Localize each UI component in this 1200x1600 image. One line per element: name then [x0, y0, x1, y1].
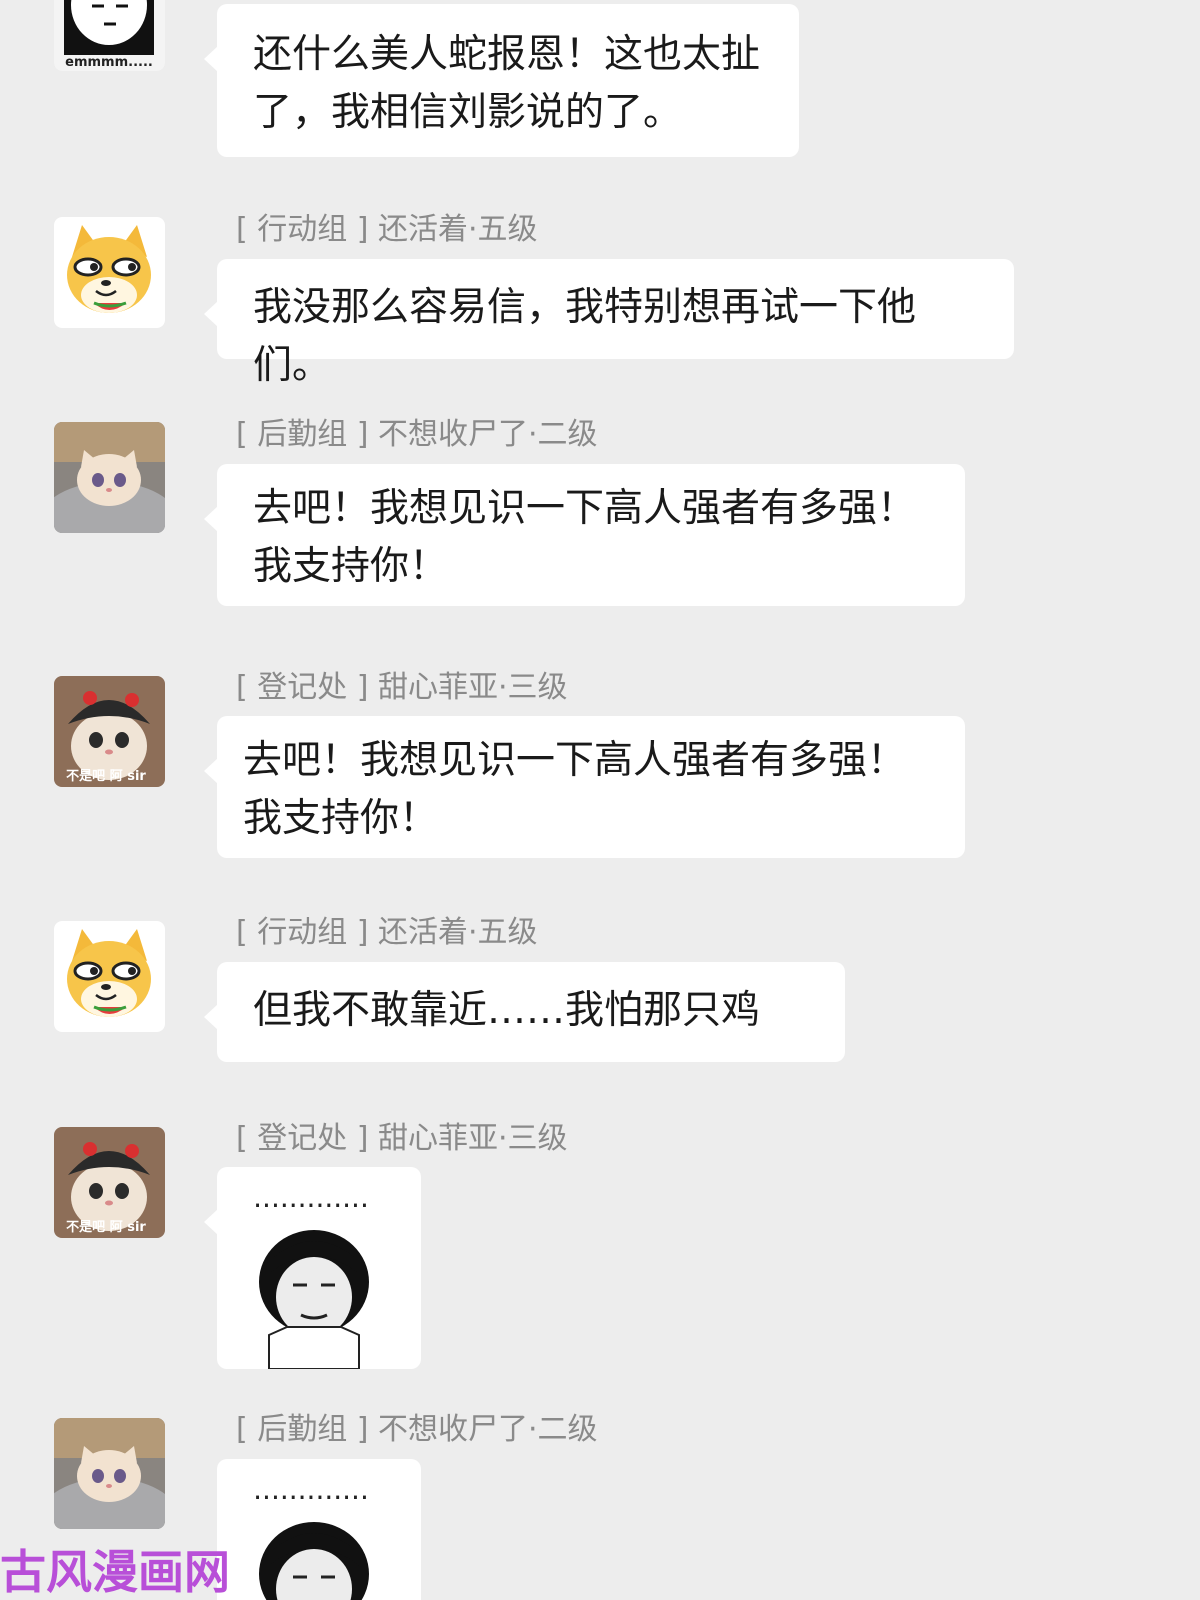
avatar-cat-hat[interactable]: 不是吧 阿 sir: [54, 676, 165, 787]
avatar-kitten[interactable]: [54, 1418, 165, 1529]
sender-name: [ 登记处 ] 甜心菲亚·三级: [236, 670, 568, 705]
avatar-kitten[interactable]: [54, 422, 165, 533]
sticker-bubble[interactable]: .............: [217, 1459, 421, 1600]
cat-with-hat-icon: 不是吧 阿 sir: [54, 676, 165, 787]
message-text: 去吧！我想见识一下高人强者有多强！ 我支持你！: [253, 486, 917, 589]
avatar-shiba[interactable]: [54, 921, 165, 1032]
avatar-caption: 不是吧 阿 sir: [66, 1220, 146, 1235]
sticker-bubble[interactable]: .............: [204, 1167, 421, 1369]
message-bubble[interactable]: 还什么美人蛇报恩！这也太扯 了，我相信刘影说的了。: [204, 4, 799, 157]
sender-name: [ 后勤组 ] 不想收尸了·二级: [236, 417, 598, 452]
message-text: 还什么美人蛇报恩！这也太扯 了，我相信刘影说的了。: [253, 32, 761, 135]
avatar-caption: 不是吧 阿 sir: [66, 769, 146, 784]
message-bubble[interactable]: 但我不敢靠近……我怕那只鸡: [204, 962, 845, 1062]
message-text: 但我不敢靠近……我怕那只鸡: [253, 988, 761, 1033]
message-bubble[interactable]: 去吧！我想见识一下高人强者有多强！ 我支持你！: [204, 464, 965, 606]
avatar-shiba[interactable]: [54, 217, 165, 328]
sender-name: [ 登记处 ] 甜心菲亚·三级: [236, 1121, 568, 1156]
kitten-peeking-icon: [54, 422, 165, 533]
shiba-doge-icon: [54, 217, 165, 328]
speechless-meme-sticker: .............: [253, 1473, 369, 1600]
sticker-dots: .............: [253, 1473, 369, 1506]
sender-name: [ 行动组 ] 还活着·五级: [236, 212, 538, 247]
avatar-cat-hat[interactable]: 不是吧 阿 sir: [54, 1127, 165, 1238]
avatar-panda-emmm[interactable]: emmmm.....: [54, 0, 165, 71]
cat-with-hat-icon: 不是吧 阿 sir: [54, 1127, 165, 1238]
message-bubble[interactable]: 去吧！我想见识一下高人强者有多强！ 我支持你！: [204, 716, 965, 858]
sticker-dots: .............: [253, 1181, 369, 1214]
message-bubble[interactable]: 我没那么容易信，我特别想再试一下他们。: [204, 259, 1014, 388]
sender-name: [ 后勤组 ] 不想收尸了·二级: [236, 1412, 598, 1447]
message-text: 我没那么容易信，我特别想再试一下他们。: [253, 285, 917, 388]
message-text: 去吧！我想见识一下高人强者有多强！ 我支持你！: [243, 738, 907, 841]
avatar-caption: emmmm.....: [65, 55, 153, 70]
sender-name: [ 行动组 ] 还活着·五级: [236, 915, 538, 950]
panda-emmm-icon: emmmm.....: [54, 0, 165, 71]
shiba-doge-icon: [54, 921, 165, 1032]
speechless-meme-sticker: .............: [253, 1181, 369, 1369]
kitten-peeking-icon: [54, 1418, 165, 1529]
watermark-logo: 古风漫画网: [0, 1545, 230, 1599]
